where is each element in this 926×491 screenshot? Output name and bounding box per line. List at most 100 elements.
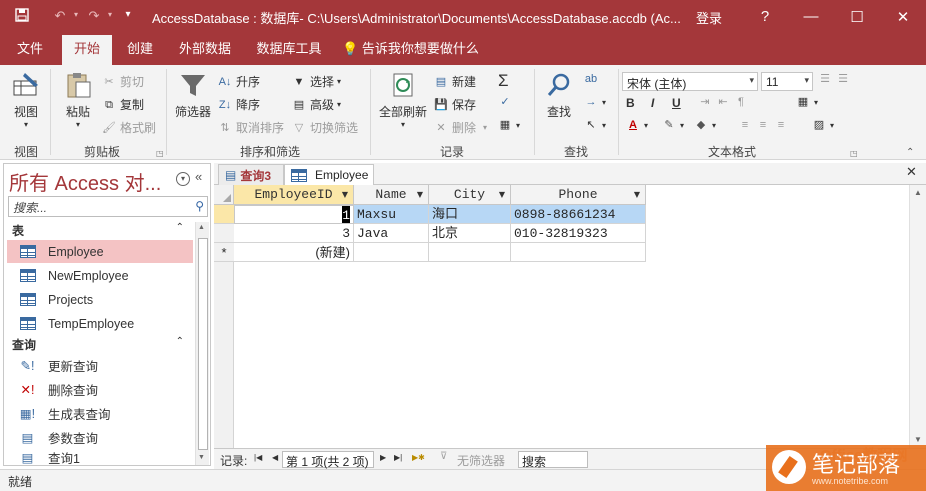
last-record-icon[interactable]: ▶| [394,453,402,462]
customize-qat-icon[interactable]: ▾ [118,9,138,20]
record-selector[interactable] [214,205,234,224]
cut-button[interactable]: ✂ 剪切 [102,73,144,90]
refresh-all-button[interactable]: 全部刷新 ▾ [376,71,430,129]
redo-dropdown-icon[interactable]: ▾ [100,10,120,19]
help-button[interactable]: ? [742,0,788,33]
gridlines-button[interactable]: ▦ ▾ [796,96,818,108]
scroll-up-icon[interactable]: ▲ [198,224,205,231]
nav-item-projects[interactable]: Projects [7,288,193,311]
column-dropdown-icon[interactable]: ▼ [342,185,348,205]
nav-menu-icon[interactable]: ▾ [176,172,190,186]
collapse-ribbon-icon[interactable]: ⌃ [906,147,914,158]
tab-employee[interactable]: Employee [284,164,374,185]
current-record-field[interactable]: 第 1 项(共 2 项) [282,451,374,469]
table-cell[interactable] [429,243,511,262]
nav-section-queries[interactable]: 查询 ⌃ [4,336,192,354]
selection-button[interactable]: ▼ 选择 ▾ [292,73,341,90]
column-header-phone[interactable]: Phone ▼ [511,185,646,205]
alt-row-color-button[interactable]: ▨ ▾ [812,119,834,131]
paste-button[interactable]: 粘贴 ▾ [60,71,96,129]
column-header-name[interactable]: Name ▼ [354,185,429,205]
column-header-employeeid[interactable]: EmployeeID ▼ [234,185,354,205]
scrollbar-thumb[interactable] [198,238,208,450]
collapse-pane-icon[interactable]: « [195,169,202,184]
font-name-select[interactable]: 宋体 (主体) ▾ [622,72,758,91]
table-cell[interactable]: 0898-88661234 [511,205,646,224]
table-cell[interactable]: 3 [234,224,354,243]
record-selector[interactable] [214,224,234,243]
spelling-button[interactable]: ✓ [498,96,516,108]
tab-external-data[interactable]: 外部数据 [172,33,238,65]
sort-descending-button[interactable]: Z↓ 降序 [218,96,260,113]
more-records-button[interactable]: ▦ ▾ [498,119,520,131]
nav-item-tempemployee[interactable]: TempEmployee [7,312,193,335]
column-dropdown-icon[interactable]: ▼ [634,185,640,205]
new-record-nav-icon[interactable]: ▶✱ [412,453,425,462]
column-header-city[interactable]: City ▼ [429,185,511,205]
sort-ascending-button[interactable]: A↓ 升序 [218,73,260,90]
tab-query3[interactable]: ▤ 查询3 [218,164,284,185]
nav-item-delete-query[interactable]: ✕! 删除查询 [7,378,193,401]
advanced-button[interactable]: ▤ 高级 ▾ [292,96,341,113]
totals-button[interactable]: Σ [498,71,509,91]
list-format-buttons[interactable]: ☰ ☰ [818,73,854,85]
undo-dropdown-icon[interactable]: ▾ [66,10,86,19]
table-cell[interactable]: 010-32819323 [511,224,646,243]
tab-file[interactable]: 文件 [8,33,52,65]
clear-sort-button[interactable]: ⇅ 取消排序 [218,119,284,136]
search-icon[interactable]: ⚲ [195,199,204,213]
scroll-down-icon[interactable]: ▼ [914,435,922,444]
table-cell[interactable]: 1 [234,205,354,224]
table-cell[interactable]: Maxsu [354,205,429,224]
align-buttons[interactable]: ≡ ≡ ≡ [738,119,792,131]
previous-record-icon[interactable]: ◀ [272,453,278,462]
highlight-button[interactable]: ✎ ▾ [662,119,684,131]
tab-database-tools[interactable]: 数据库工具 [250,33,328,65]
tell-me-box[interactable]: 💡 告诉我你想要做什么 [342,33,482,65]
filter-button[interactable]: 筛选器 [172,71,214,120]
datasheet-vertical-scrollbar[interactable]: ▲ ▼ [909,185,926,448]
login-link[interactable]: 登录 [696,8,722,27]
table-cell[interactable]: 海口 [429,205,511,224]
table-cell[interactable]: (新建) [234,243,354,262]
nav-scrollbar[interactable]: ▲ ▼ [195,222,209,465]
fill-color-button[interactable]: ◆ ▾ [694,119,716,131]
delete-record-button[interactable]: ✕ 删除 ▾ [434,119,487,136]
underline-button[interactable]: U [672,96,681,110]
tab-create[interactable]: 创建 [118,33,162,65]
nav-section-tables[interactable]: 表 ⌃ [4,222,192,240]
close-button[interactable]: ✕ [880,0,926,33]
next-record-icon[interactable]: ▶ [380,453,386,462]
nav-pane-title[interactable]: 所有 Access 对... [9,167,161,196]
minimize-button[interactable]: — [788,0,834,33]
scroll-up-icon[interactable]: ▲ [914,188,922,197]
tab-home[interactable]: 开始 [62,35,112,65]
bold-button[interactable]: B [626,96,635,110]
find-button[interactable]: 查找 [540,71,578,120]
goto-button[interactable]: → ▾ [584,96,607,108]
table-cell[interactable]: 北京 [429,224,511,243]
replace-button[interactable]: ab [584,73,602,85]
maximize-button[interactable]: ☐ [834,0,880,33]
column-dropdown-icon[interactable]: ▼ [417,185,423,205]
toggle-filter-button[interactable]: ▽ 切换筛选 [292,119,358,136]
table-cell[interactable] [511,243,646,262]
table-cell[interactable] [354,243,429,262]
italic-button[interactable]: I [651,96,654,110]
new-record-button[interactable]: ▤ 新建 [434,73,476,90]
copy-button[interactable]: ⧉ 复制 [102,96,144,113]
nav-item-parameter-query[interactable]: ▤ 参数查询 [7,426,193,449]
nav-item-newemployee[interactable]: NewEmployee [7,264,193,287]
save-record-button[interactable]: 💾 保存 [434,96,476,113]
no-filter-label[interactable]: 无筛选器 [457,452,505,469]
first-record-icon[interactable]: |◀ [254,453,262,462]
view-button[interactable]: 视图 ▾ [6,71,46,129]
select-button[interactable]: ↖ ▾ [584,119,606,131]
select-all-button[interactable] [214,185,234,205]
column-dropdown-icon[interactable]: ▼ [499,185,505,205]
dialog-launcher-icon[interactable]: ◳ [850,149,858,158]
format-painter-button[interactable]: 🖌 格式刷 [102,119,156,136]
dialog-launcher-icon[interactable]: ◳ [156,149,164,158]
nav-item-update-query[interactable]: ✎! 更新查询 [7,354,193,377]
new-record-selector[interactable]: * [214,243,234,262]
